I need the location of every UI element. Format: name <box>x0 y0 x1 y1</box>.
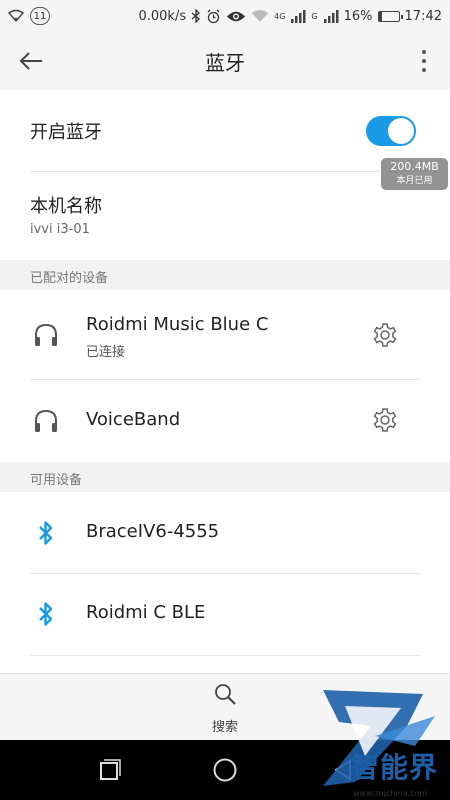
available-device-item[interactable]: BraceIV6-4555 <box>0 492 450 574</box>
bluetooth-toggle-label: 开启蓝牙 <box>30 122 102 143</box>
wifi-icon <box>8 9 24 23</box>
bluetooth-icon <box>32 600 60 628</box>
notification-count-badge: 11 <box>30 7 50 25</box>
device-name-value: ivvi i3-01 <box>30 222 90 237</box>
network-type-label: 4G <box>274 11 286 21</box>
bluetooth-status-icon <box>191 9 201 23</box>
app-bar: 蓝牙 <box>0 32 450 90</box>
paired-device-item[interactable]: Roidmi Music Blue C 已连接 <box>0 290 450 380</box>
battery-icon <box>377 10 403 22</box>
alarm-icon <box>207 9 220 23</box>
search-button-label: 搜索 <box>211 720 238 735</box>
watermark-logo: 智能界 www.znjchina.com <box>315 686 445 800</box>
battery-percent: 16% <box>343 8 373 24</box>
search-icon <box>215 684 236 705</box>
data-usage-label: 本月已用 <box>396 176 433 186</box>
paired-devices-header: 已配对的设备 <box>0 260 450 290</box>
more-vert-icon <box>422 50 426 54</box>
gear-icon[interactable] <box>372 322 398 348</box>
bluetooth-switch[interactable] <box>366 116 416 146</box>
search-button[interactable]: 搜索 <box>195 682 255 738</box>
available-device-item[interactable]: Roidmi C BLE <box>0 574 450 656</box>
headphones-icon <box>32 321 60 349</box>
device-name-label: Roidmi Music Blue C <box>86 314 269 335</box>
bluetooth-icon <box>32 519 60 547</box>
watermark-url: www.znjchina.com <box>353 789 428 798</box>
arrow-left-icon <box>19 52 42 70</box>
home-icon[interactable] <box>212 757 238 783</box>
signal-strength-2-icon <box>323 10 339 23</box>
page-title: 蓝牙 <box>205 50 245 75</box>
back-button[interactable] <box>14 44 48 78</box>
recent-apps-icon[interactable] <box>96 757 122 783</box>
available-devices-header: 可用设备 <box>0 462 450 492</box>
wifi-signal-icon <box>252 10 269 22</box>
signal-strength-icon <box>291 10 306 23</box>
device-name-label: VoiceBand <box>86 409 181 430</box>
sim2-type-label: G <box>311 11 318 21</box>
status-bar: 11 0.00k/s 4G G 16% 17:42 <box>0 0 450 32</box>
device-name-title: 本机名称 <box>30 196 102 217</box>
clock: 17:42 <box>404 8 442 24</box>
data-usage-amount: 200.4MB <box>390 160 439 173</box>
network-speed: 0.00k/s <box>138 8 187 24</box>
headphones-icon <box>32 407 60 435</box>
paired-device-item[interactable]: VoiceBand <box>0 380 450 462</box>
device-name-label: BraceIV6-4555 <box>86 521 220 542</box>
device-name-label: Roidmi C BLE <box>86 602 206 623</box>
watermark-text: 智能界 <box>351 751 439 784</box>
data-usage-badge[interactable]: 200.4MB 本月已用 <box>381 158 448 190</box>
device-status-label: 已连接 <box>86 345 126 360</box>
available-devices-header-label: 可用设备 <box>30 473 83 488</box>
eye-icon <box>227 11 246 21</box>
more-options-button[interactable] <box>412 44 436 78</box>
gear-icon[interactable] <box>372 407 398 433</box>
paired-devices-header-label: 已配对的设备 <box>30 271 109 286</box>
